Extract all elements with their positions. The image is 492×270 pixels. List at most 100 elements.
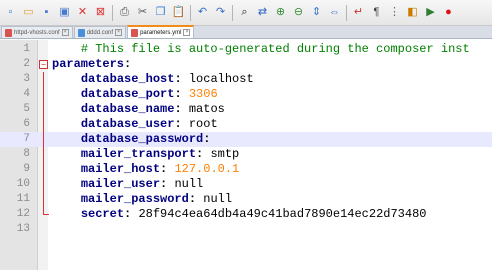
zoom-in-icon[interactable]: ⊕ — [272, 4, 289, 22]
open-file-icon[interactable]: ▭ — [20, 4, 37, 22]
sync-h-icon[interactable]: ⇔ — [326, 4, 343, 22]
code-line[interactable]: 7 database_password: — [0, 132, 492, 147]
line-number: 3 — [23, 73, 30, 85]
code-line[interactable]: 8 mailer_transport: smtp — [0, 147, 492, 162]
code-text: database_user: root — [52, 117, 218, 132]
close-tab-icon[interactable]: × — [183, 29, 191, 36]
yaml-key: mailer_host — [80, 162, 161, 176]
yaml-key: parameters — [52, 57, 125, 71]
yaml-value: smtp — [210, 147, 240, 161]
close-tab-icon[interactable]: × — [115, 29, 123, 36]
yaml-key: database_user — [80, 117, 175, 131]
fold-toggle-icon[interactable]: − — [39, 60, 48, 69]
code-line[interactable]: 9 mailer_host: 127.0.0.1 — [0, 162, 492, 177]
fold-guide-line — [43, 162, 44, 177]
tab-dddd-conf[interactable]: dddd.conf × — [73, 26, 127, 38]
toolbar-separator — [112, 4, 113, 21]
indent-guide-icon[interactable]: ⋮ — [386, 4, 403, 22]
code-line[interactable]: 3 database_host: localhost — [0, 72, 492, 87]
close-all-icon[interactable]: ⊠ — [92, 4, 109, 22]
code-line[interactable]: 5 database_name: matos — [0, 102, 492, 117]
yaml-key: database_host — [80, 72, 175, 86]
code-line[interactable]: 1 # This file is auto-generated during t… — [0, 42, 492, 57]
fold-guide-line — [43, 102, 44, 117]
code-line[interactable]: 2− parameters: — [0, 57, 492, 72]
cut-icon[interactable]: ✂ — [134, 4, 151, 22]
code-line[interactable]: 4 database_port: 3306 — [0, 87, 492, 102]
tab-label: httpd-vhosts.conf — [14, 29, 60, 36]
redo-icon[interactable]: ↷ — [212, 4, 229, 22]
yaml-key: mailer_password — [80, 192, 189, 206]
yaml-value: root — [188, 117, 218, 131]
show-all-icon[interactable]: ¶ — [368, 4, 385, 22]
close-icon[interactable]: ✕ — [74, 4, 91, 22]
code-text: database_name: matos — [52, 102, 225, 117]
line-number: 12 — [16, 208, 30, 220]
code-text: database_port: 3306 — [52, 87, 218, 102]
code-line[interactable]: 11 mailer_password: null — [0, 192, 492, 207]
wrap-icon[interactable]: ↵ — [350, 4, 367, 22]
record-icon[interactable]: ● — [440, 4, 457, 22]
yaml-key: database_password — [80, 132, 204, 146]
code-text: database_password: — [52, 132, 211, 147]
code-line[interactable]: 13 — [0, 222, 492, 237]
lang-icon[interactable]: ◧ — [404, 4, 421, 22]
code-text: mailer_user: null — [52, 177, 203, 192]
yaml-key: database_port — [80, 87, 175, 101]
yaml-separator: : — [124, 57, 132, 71]
line-number: 4 — [23, 88, 30, 100]
code-line[interactable]: 6 database_user: root — [0, 117, 492, 132]
print-icon[interactable]: ⎙ — [116, 4, 133, 22]
code-text: mailer_host: 127.0.0.1 — [52, 162, 239, 177]
code-text: secret: 28f94c4ea64db4a49c41bad7890e14ec… — [52, 207, 427, 222]
yaml-key: secret — [80, 207, 125, 221]
code-editor[interactable]: 1 # This file is auto-generated during t… — [0, 40, 492, 270]
fold-guide-line — [43, 192, 44, 207]
line-number: 5 — [23, 103, 30, 115]
fold-guide-line — [43, 117, 44, 132]
save-all-icon[interactable]: ▣ — [56, 4, 73, 22]
paste-icon[interactable]: 📋 — [170, 4, 187, 22]
document-icon — [5, 28, 12, 37]
yaml-value: 28f94c4ea64db4a49c41bad7890e14ec22d73480 — [138, 207, 427, 221]
line-number: 7 — [23, 133, 30, 145]
tab-httpd-vhosts-conf[interactable]: httpd-vhosts.conf × — [1, 26, 73, 38]
document-icon — [131, 28, 139, 37]
yaml-comment: # This file is auto-generated during the… — [80, 42, 470, 56]
save-icon[interactable]: ▪ — [38, 4, 55, 22]
yaml-value: 3306 — [188, 87, 218, 101]
yaml-separator: : — [174, 117, 189, 131]
fold-guide-line — [43, 177, 44, 192]
undo-icon[interactable]: ↶ — [194, 4, 211, 22]
code-line[interactable]: 12 secret: 28f94c4ea64db4a49c41bad7890e1… — [0, 207, 492, 222]
code-line[interactable]: 10 mailer_user: null — [0, 177, 492, 192]
yaml-value: matos — [188, 102, 225, 116]
code-text: mailer_password: null — [52, 192, 232, 207]
replace-icon[interactable]: ⇄ — [254, 4, 271, 22]
tab-parameters-yml[interactable]: parameters.yml × — [127, 25, 195, 38]
close-tab-icon[interactable]: × — [61, 29, 69, 36]
zoom-out-icon[interactable]: ⊖ — [290, 4, 307, 22]
tab-label: dddd.conf — [86, 29, 114, 36]
copy-icon[interactable]: ❐ — [152, 4, 169, 22]
yaml-separator: : — [203, 132, 211, 146]
line-number: 13 — [16, 223, 30, 235]
new-file-icon[interactable]: ▫ — [2, 4, 19, 22]
sync-v-icon[interactable]: ⇕ — [308, 4, 325, 22]
line-number: 9 — [23, 163, 30, 175]
yaml-key: database_name — [80, 102, 175, 116]
toolbar-separator — [232, 4, 233, 21]
fold-guide-line — [43, 87, 44, 102]
yaml-value: 127.0.0.1 — [174, 162, 240, 176]
yaml-separator: : — [160, 177, 175, 191]
yaml-key: mailer_user — [80, 177, 161, 191]
code-text: parameters: — [52, 57, 131, 72]
macro-icon[interactable]: ▶ — [422, 4, 439, 22]
yaml-value: null — [174, 177, 204, 191]
find-icon[interactable]: ⌕ — [236, 4, 253, 22]
yaml-separator: : — [188, 192, 204, 206]
document-icon — [77, 28, 85, 37]
toolbar: ▫ ▭ ▪ ▣ ✕ ⊠ ⎙ ✂ ❐ 📋 ↶ ↷ ⌕ ⇄ ⊕ ⊖ ⇕ ⇔ ↵ ¶ ⋮ ◧ ▶ ● — [0, 0, 492, 26]
code-text: database_host: localhost — [52, 72, 254, 87]
tab-bar: httpd-vhosts.conf × dddd.conf × parameters.y… — [0, 25, 492, 39]
